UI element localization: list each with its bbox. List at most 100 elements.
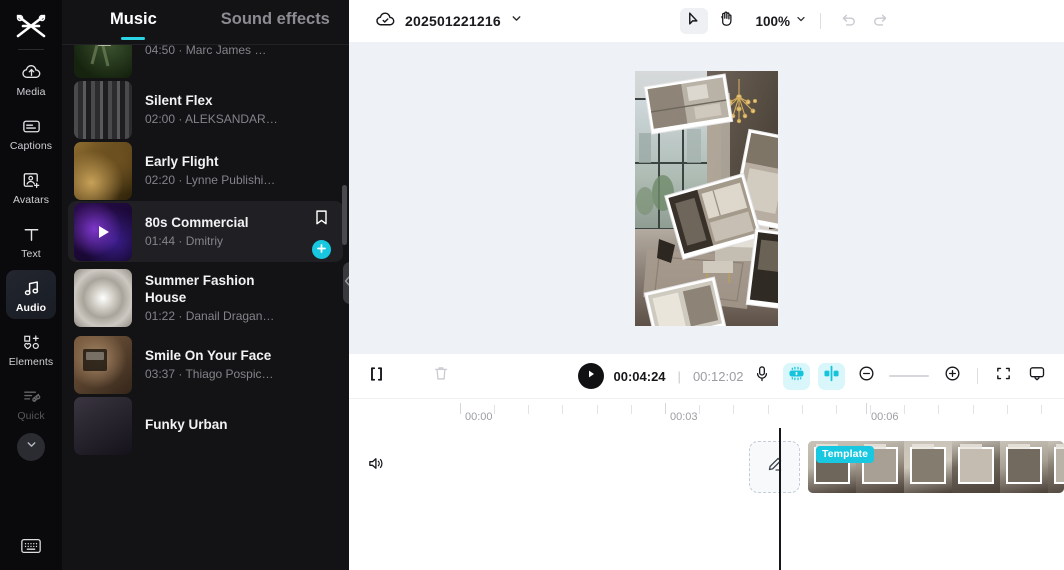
- list-item[interactable]: Smile On Your Face 03:37 · Thiago Pospic…: [68, 334, 343, 395]
- redo-button[interactable]: [866, 8, 894, 34]
- auto-enhance-button[interactable]: [783, 362, 810, 390]
- undo-button[interactable]: [834, 8, 862, 34]
- sidebar-item-avatars[interactable]: Avatars: [6, 162, 56, 211]
- track-title: 80s Commercial: [145, 215, 249, 230]
- zoom-level-value: 100%: [755, 13, 791, 29]
- tab-label: Music: [110, 10, 157, 28]
- ruler-tick: [904, 405, 905, 414]
- sidebar-item-media[interactable]: Media: [6, 54, 56, 103]
- track-thumbnail: [74, 202, 132, 261]
- chevron-down-icon: [795, 12, 807, 30]
- hand-tool-button[interactable]: [712, 8, 740, 34]
- zoom-out-button[interactable]: [853, 364, 879, 388]
- quick-cut-icon: [20, 385, 42, 407]
- ruler-tick: [597, 405, 598, 414]
- timeline-ruler[interactable]: 00:00 00:03 00:06: [349, 398, 1064, 428]
- track-title: Funky Urban: [145, 416, 228, 432]
- list-item[interactable]: Early Flight 02:20 · Lynne Publishi…: [68, 140, 343, 201]
- panel-collapse-button[interactable]: [343, 262, 349, 304]
- delete-button[interactable]: [428, 364, 454, 388]
- fit-screen-button[interactable]: [990, 364, 1016, 388]
- list-item[interactable]: 04:50 · Marc James …: [68, 45, 343, 79]
- track-thumbnail: [74, 269, 132, 327]
- video-clip[interactable]: Template: [808, 441, 1064, 493]
- track-info: Summer Fashion House 01:22 · Danail Drag…: [145, 272, 337, 324]
- ruler-tick: [768, 405, 769, 414]
- chevron-left-icon: [343, 274, 349, 292]
- track-mute-button[interactable]: [363, 454, 389, 478]
- keyboard-icon: [20, 537, 42, 560]
- sidebar-item-audio[interactable]: Audio: [6, 270, 56, 319]
- track-title: Early Flight: [145, 154, 219, 169]
- play-overlay-button[interactable]: [74, 203, 132, 261]
- ruler-tick: [802, 405, 803, 414]
- bookmark-icon[interactable]: [314, 209, 329, 231]
- tab-underline: [121, 37, 146, 40]
- time-separator: |: [677, 368, 681, 384]
- project-selector[interactable]: 202501221216: [375, 10, 523, 33]
- chevron-down-icon[interactable]: [510, 12, 523, 30]
- sidebar-item-captions[interactable]: Captions: [6, 108, 56, 157]
- track-info: Silent Flex 02:00 · ALEKSANDAR…: [145, 92, 337, 127]
- preview-mode-button[interactable]: [1024, 364, 1050, 388]
- tab-sound-effects[interactable]: Sound effects: [221, 10, 330, 29]
- panel-scrollbar[interactable]: [342, 185, 347, 245]
- playback-controls: 00:04:24 | 00:12:02: [577, 363, 744, 389]
- sidebar-item-text[interactable]: Text: [6, 216, 56, 265]
- track-thumbnail: [74, 335, 132, 394]
- current-time: 00:04:24: [613, 368, 666, 384]
- zoom-level-selector[interactable]: 100%: [756, 12, 808, 30]
- hand-icon: [718, 10, 734, 32]
- add-to-timeline-button[interactable]: [312, 240, 331, 259]
- list-item-selected[interactable]: 80s Commercial 01:44 · Dmitriy: [68, 201, 343, 262]
- audio-split-icon: [822, 364, 841, 388]
- left-nav-rail: Media Captions Avatars Text Audio Elemen…: [0, 0, 62, 570]
- preview-area: [349, 42, 1064, 354]
- zoom-slider[interactable]: [889, 375, 929, 377]
- ruler-tick: [938, 405, 939, 414]
- list-item[interactable]: Funky Urban: [68, 395, 343, 456]
- edit-clip-button[interactable]: [749, 441, 800, 493]
- sidebar-item-quick[interactable]: Quick: [6, 378, 56, 427]
- track-title: Summer Fashion House: [145, 273, 255, 305]
- track-info: 80s Commercial 01:44 · Dmitriy: [145, 214, 337, 249]
- music-note-icon: [20, 277, 42, 299]
- top-toolbar: 202501221216 100%: [349, 0, 1064, 42]
- split-audio-button[interactable]: [818, 362, 845, 390]
- track-thumbnail: [74, 80, 132, 139]
- tab-music[interactable]: Music: [110, 10, 157, 40]
- select-tool-button[interactable]: [679, 8, 708, 34]
- track-title: Silent Flex: [145, 93, 213, 108]
- microphone-button[interactable]: [749, 364, 775, 388]
- captions-icon: [20, 115, 42, 137]
- cloud-upload-icon: [20, 61, 42, 83]
- sidebar-item-elements[interactable]: Elements: [6, 324, 56, 373]
- track-title: Smile On Your Face: [145, 348, 272, 363]
- filmstrip-frame: [952, 441, 1000, 493]
- tab-label: Sound effects: [220, 10, 330, 28]
- rail-expand-button[interactable]: [17, 433, 45, 461]
- ruler-tick: [733, 405, 734, 414]
- capcut-editor: Media Captions Avatars Text Audio Elemen…: [0, 0, 1064, 570]
- toolbar-divider: [977, 368, 978, 384]
- timeline-right-tools: [749, 362, 1050, 390]
- elements-icon: [20, 331, 42, 353]
- project-name: 202501221216: [405, 13, 501, 29]
- canvas-tools: 100%: [679, 8, 895, 34]
- split-button[interactable]: [363, 364, 389, 388]
- list-item[interactable]: Summer Fashion House 01:22 · Danail Drag…: [68, 262, 343, 334]
- music-track-list[interactable]: 04:50 · Marc James … Silent Flex 02:00 ·…: [62, 45, 349, 570]
- list-item[interactable]: Silent Flex 02:00 · ALEKSANDAR…: [68, 79, 343, 140]
- capcut-logo-icon[interactable]: [11, 9, 51, 43]
- ruler-tick: [631, 405, 632, 414]
- minus-circle-icon: [858, 365, 875, 387]
- track-thumbnail: [74, 141, 132, 200]
- video-canvas[interactable]: [635, 70, 778, 326]
- plus-circle-icon: [944, 365, 961, 387]
- play-button[interactable]: [577, 363, 604, 389]
- keyboard-shortcuts-button[interactable]: [0, 537, 62, 560]
- timeline-edit-actions: [363, 364, 454, 388]
- microphone-icon: [754, 365, 770, 387]
- zoom-in-button[interactable]: [939, 364, 965, 388]
- text-t-icon: [20, 223, 42, 245]
